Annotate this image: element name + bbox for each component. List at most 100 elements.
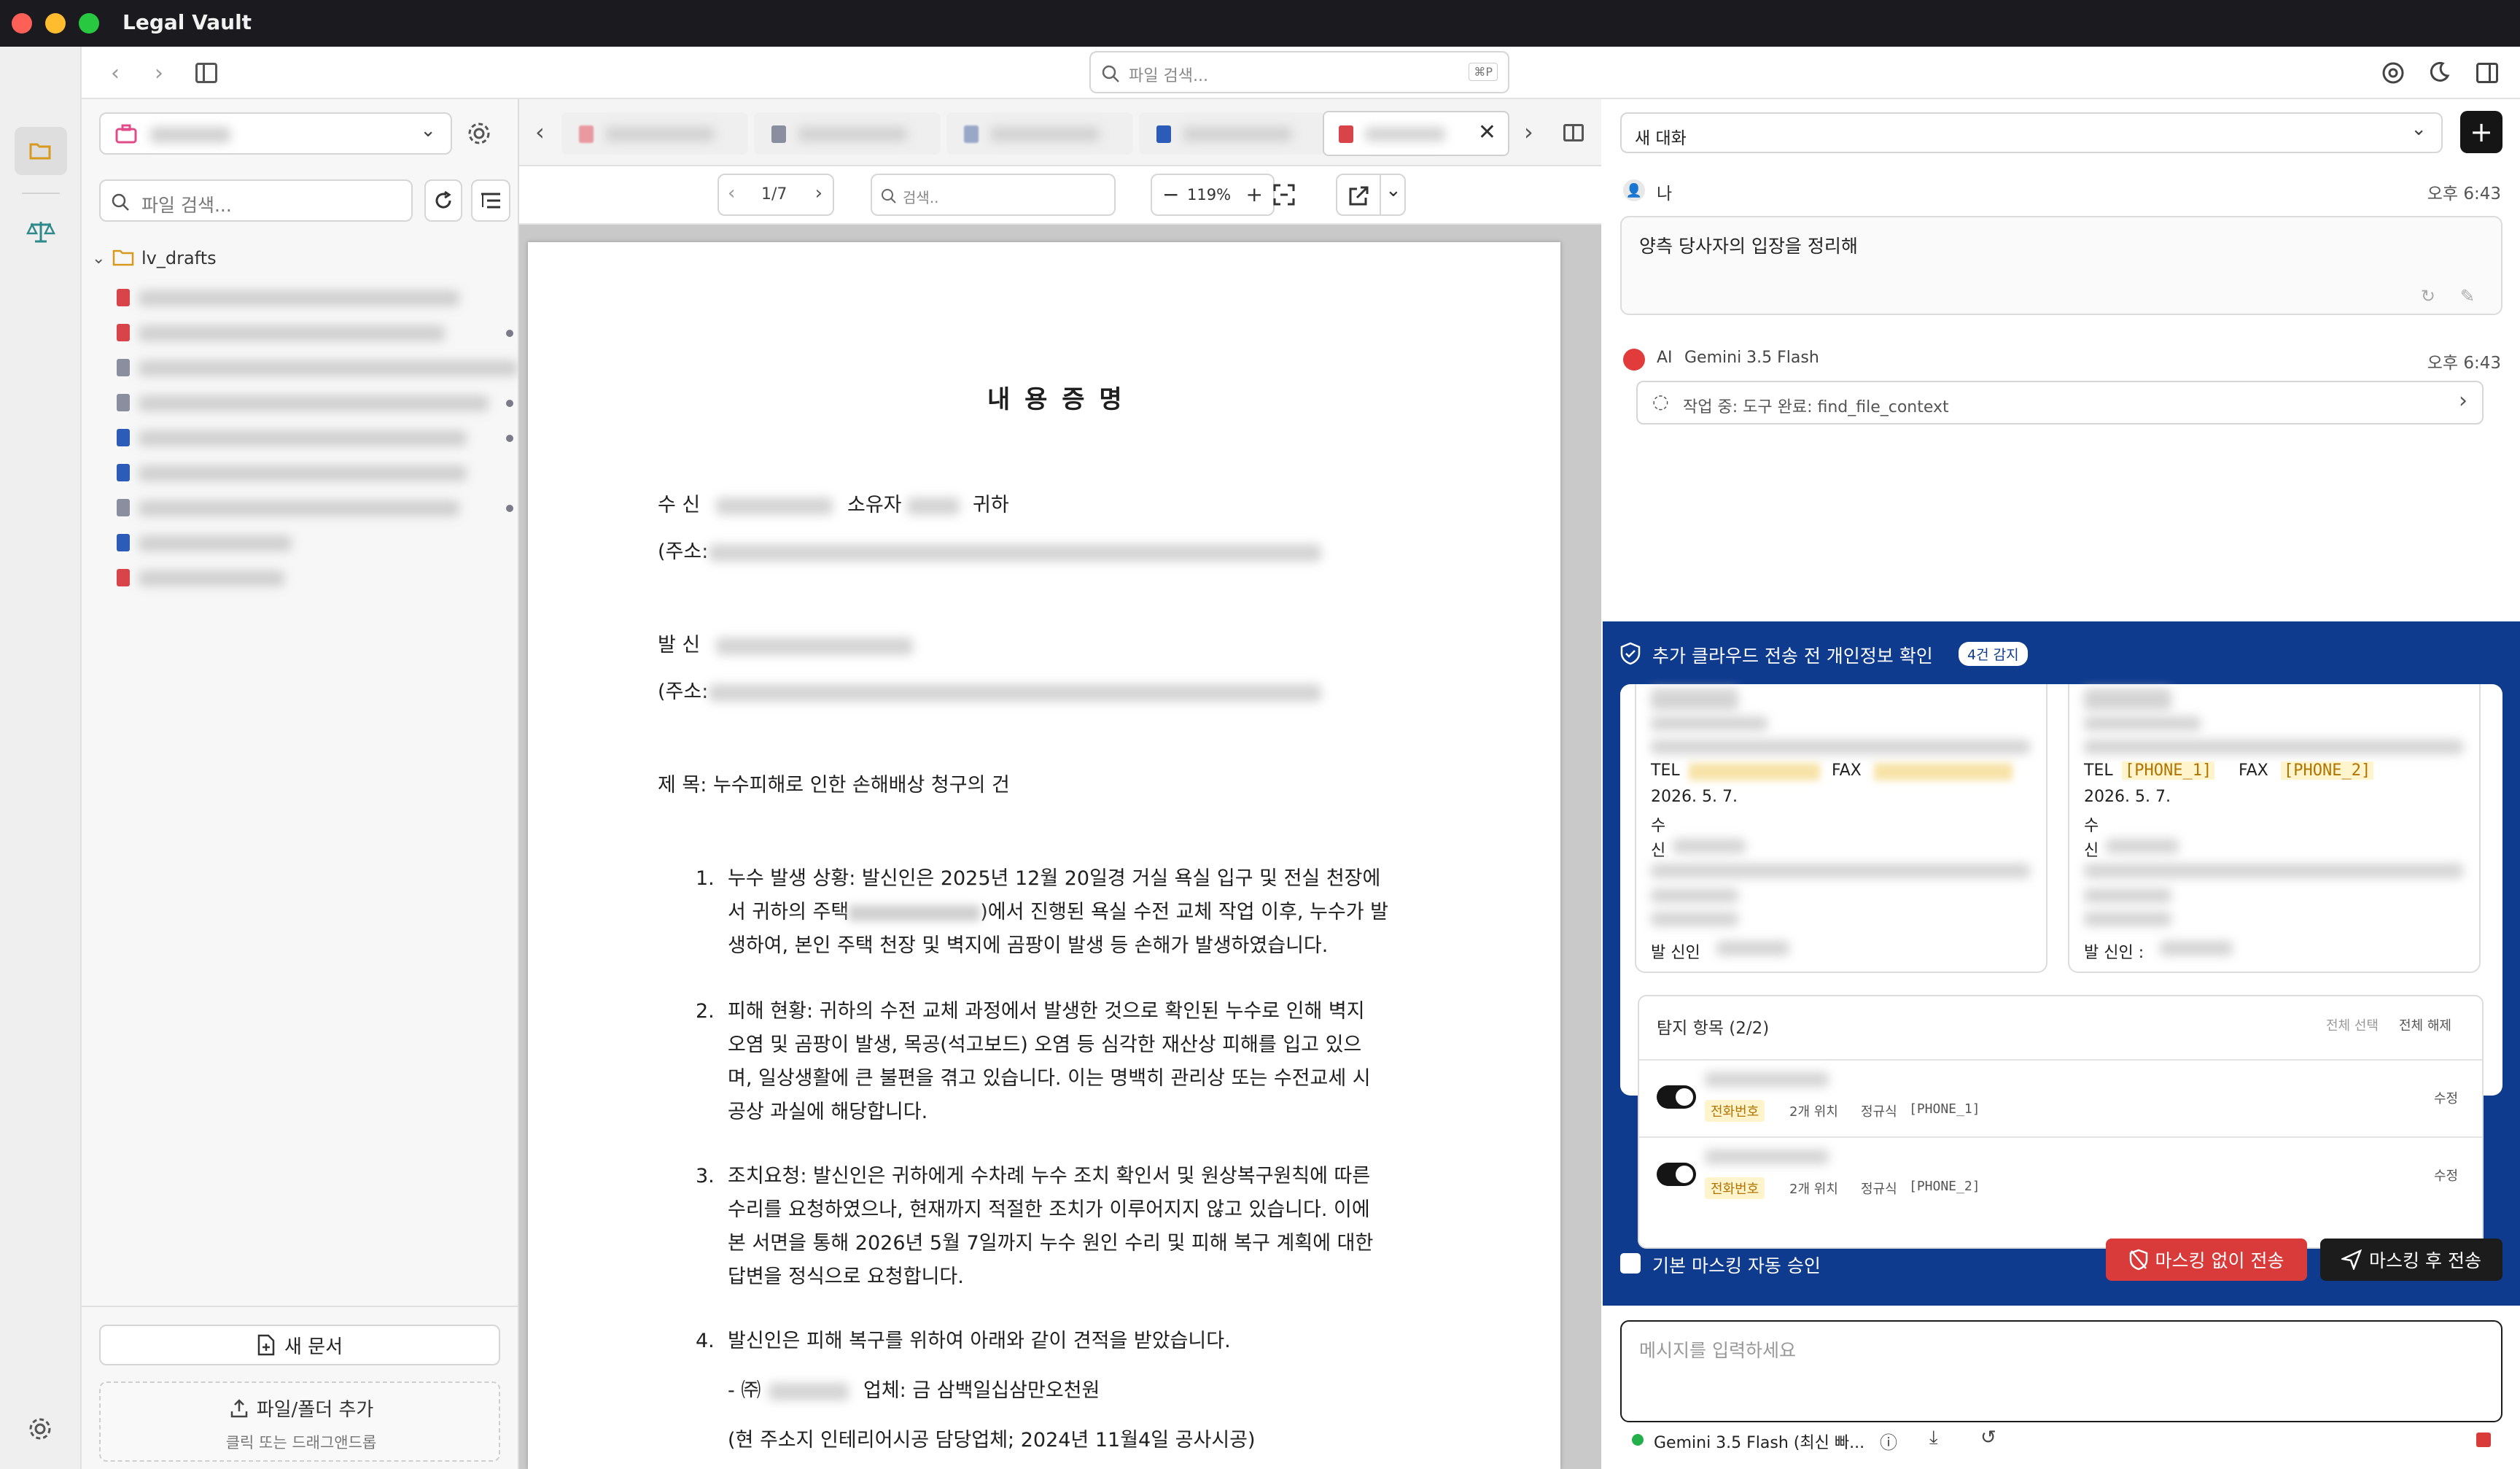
zoom-out-icon[interactable]: − bbox=[1162, 182, 1179, 206]
app-title: Legal Vault bbox=[122, 10, 252, 34]
file-item[interactable] bbox=[117, 422, 525, 455]
auto-approve-checkbox[interactable] bbox=[1620, 1253, 1641, 1274]
sidebar-search-input[interactable]: 파일 검색... bbox=[99, 179, 413, 222]
toggle-chat-panel-icon[interactable] bbox=[2476, 63, 2498, 83]
regenerate-icon[interactable]: ↻ bbox=[2421, 286, 2435, 306]
minimize-window-button[interactable] bbox=[45, 13, 66, 34]
nav-legal-button[interactable] bbox=[26, 219, 56, 248]
help-lifebuoy-icon[interactable] bbox=[2381, 61, 2405, 85]
settings-gear-icon[interactable] bbox=[28, 1416, 52, 1441]
address-redacted bbox=[849, 904, 981, 921]
masked-preview-card: TEL [PHONE_1] FAX [PHONE_2] 2026. 5. 7. … bbox=[2068, 684, 2481, 973]
open-external-dropdown[interactable]: ⌄ bbox=[1336, 174, 1406, 216]
stop-generation-button[interactable] bbox=[2476, 1433, 2491, 1447]
ai-message-time: 오후 6:43 bbox=[2427, 354, 2501, 373]
file-item[interactable] bbox=[117, 387, 525, 420]
edit-pencil-icon[interactable]: ✎ bbox=[2460, 286, 2475, 306]
download-icon[interactable]: ⤓ bbox=[1929, 1427, 1938, 1449]
next-page-icon[interactable]: › bbox=[815, 182, 822, 204]
global-search-input[interactable]: 파일 검색... ⌘P bbox=[1089, 51, 1509, 93]
scales-icon bbox=[26, 222, 56, 243]
paragraph-line: 며, 일상생활에 큰 불편을 겪고 있습니다. 이는 명백히 관리상 또는 수전… bbox=[728, 1067, 1371, 1090]
deselect-all-link[interactable]: 전체 해제 bbox=[2399, 1015, 2451, 1034]
prev-page-icon[interactable]: ‹ bbox=[728, 182, 735, 204]
item-number: 2. bbox=[696, 1000, 715, 1023]
document-tab[interactable] bbox=[561, 112, 748, 155]
file-item[interactable] bbox=[117, 457, 525, 490]
message-input-placeholder: 메시지를 입력하세요 bbox=[1639, 1340, 1796, 1361]
history-icon[interactable]: ↺ bbox=[1980, 1427, 1996, 1449]
redacted-block bbox=[2084, 689, 2171, 710]
item-paragraph: 발신인은 피해 복구를 위하여 아래와 같이 견적을 받았습니다. bbox=[728, 1325, 1471, 1358]
phone-token: [PHONE_1] bbox=[2122, 761, 2215, 780]
document-subject: 제 목: 누수피해로 인한 손해배상 청구의 건 bbox=[658, 774, 1010, 796]
dark-mode-moon-icon[interactable] bbox=[2428, 61, 2450, 83]
document-viewer: ‹ ✕ › ‹ 1/7 › 검색.. − 119% + ⌄ 내 용 증 명 수 … bbox=[519, 99, 1601, 1469]
tabs-scroll-right-icon[interactable]: › bbox=[1524, 118, 1533, 146]
pdf-file-icon bbox=[579, 125, 594, 143]
file-item[interactable] bbox=[117, 317, 525, 350]
file-item[interactable] bbox=[117, 527, 525, 560]
tool-status-text: 작업 중: 도구 완료: find_file_context bbox=[1683, 398, 1949, 416]
mask-toggle[interactable] bbox=[1657, 1163, 1696, 1186]
file-item[interactable] bbox=[117, 492, 525, 525]
refresh-button[interactable] bbox=[424, 179, 462, 222]
forward-chevron-icon[interactable]: › bbox=[144, 58, 174, 88]
toggle-sidebar-icon[interactable] bbox=[195, 63, 217, 83]
user-message-text: 양측 당사자의 입장을 정리해 bbox=[1639, 236, 1858, 257]
zoom-in-icon[interactable]: + bbox=[1246, 182, 1263, 206]
message-input[interactable]: 메시지를 입력하세요 bbox=[1620, 1320, 2502, 1422]
file-item[interactable] bbox=[117, 352, 525, 385]
new-document-button[interactable]: 새 문서 bbox=[99, 1325, 500, 1365]
item-paragraph: 누수 발생 상황: 발신인은 2025년 12월 20일경 거실 욕실 입구 및… bbox=[728, 862, 1471, 963]
back-chevron-icon[interactable]: ‹ bbox=[101, 58, 130, 88]
close-tab-icon[interactable]: ✕ bbox=[1478, 120, 1496, 145]
document-tab-active[interactable]: ✕ bbox=[1323, 111, 1509, 156]
search-icon bbox=[112, 193, 129, 211]
page-navigator: ‹ 1/7 › bbox=[718, 174, 834, 216]
file-name-redacted bbox=[139, 465, 467, 481]
edit-item-button[interactable]: 수정 bbox=[2434, 1088, 2458, 1107]
paragraph-line: 오염 및 곰팡이 발생, 목공(석고보드) 오염 등 심각한 재산상 피해를 입… bbox=[728, 1034, 1362, 1056]
tabs-scroll-left-icon[interactable]: ‹ bbox=[535, 118, 545, 146]
redacted-block bbox=[1651, 912, 1738, 926]
tab-title-redacted bbox=[798, 127, 907, 142]
paragraph-line-with-redaction: 서 귀하의 주택)에서 진행된 욕실 수전 교체 작업 이후, 누수가 발 bbox=[728, 896, 1471, 929]
workspace-settings-gear-icon[interactable] bbox=[467, 121, 491, 146]
tree-view-button[interactable] bbox=[471, 179, 510, 222]
item-number: 1. bbox=[696, 867, 715, 890]
document-tab[interactable] bbox=[946, 112, 1133, 155]
split-view-icon[interactable] bbox=[1563, 124, 1584, 142]
file-name-redacted bbox=[139, 535, 292, 551]
send-with-masking-button[interactable]: 마스킹 후 전송 bbox=[2320, 1239, 2502, 1281]
document-tab[interactable] bbox=[1139, 112, 1326, 155]
document-search-input[interactable]: 검색.. bbox=[871, 174, 1116, 216]
add-files-hint: 클릭 또는 드래그앤드롭 bbox=[225, 1434, 377, 1451]
workspace-select[interactable]: ⌄ bbox=[99, 112, 452, 155]
document-tab[interactable] bbox=[754, 112, 941, 155]
tool-status-row[interactable]: ◌ 작업 중: 도구 완료: find_file_context › bbox=[1636, 381, 2484, 425]
close-window-button[interactable] bbox=[12, 13, 32, 34]
mask-toggle[interactable] bbox=[1657, 1085, 1696, 1109]
new-conversation-button[interactable]: + bbox=[2460, 111, 2502, 153]
edit-item-button[interactable]: 수정 bbox=[2434, 1166, 2458, 1185]
pdf-page: 내 용 증 명 수 신 소유자 귀하 (주소: 발 신 (주소: 제 목: 누수… bbox=[528, 242, 1560, 1469]
conversation-select[interactable]: 새 대화 ⌄ bbox=[1620, 112, 2443, 153]
detected-items-box: 탐지 항목 (2/2) 전체 선택 전체 해제 전화번호 2개 위치 정규식 [… bbox=[1638, 995, 2484, 1249]
file-item[interactable] bbox=[117, 562, 525, 595]
zoom-window-button[interactable] bbox=[79, 13, 99, 34]
model-select[interactable]: Gemini 3.5 Flash (최신 빠... bbox=[1654, 1430, 1864, 1453]
nav-files-button[interactable] bbox=[15, 127, 67, 175]
info-icon[interactable]: ⓘ bbox=[1880, 1428, 1897, 1454]
folder-icon bbox=[112, 249, 134, 266]
shield-off-icon bbox=[2129, 1249, 2147, 1271]
send-without-masking-button[interactable]: 마스킹 없이 전송 bbox=[2106, 1239, 2307, 1281]
file-item[interactable] bbox=[117, 282, 525, 315]
select-all-link[interactable]: 전체 선택 bbox=[2326, 1015, 2379, 1034]
phone-redacted-highlight bbox=[1874, 763, 2012, 780]
folder-name[interactable]: lv_drafts bbox=[141, 248, 217, 268]
file-drop-zone[interactable]: 파일/폴더 추가 클릭 또는 드래그앤드롭 bbox=[99, 1381, 500, 1462]
fit-page-button[interactable] bbox=[1266, 177, 1302, 213]
folder-expand-chevron-icon[interactable]: ⌄ bbox=[92, 249, 105, 268]
paragraph-line: 서 귀하의 주택 bbox=[728, 901, 849, 923]
